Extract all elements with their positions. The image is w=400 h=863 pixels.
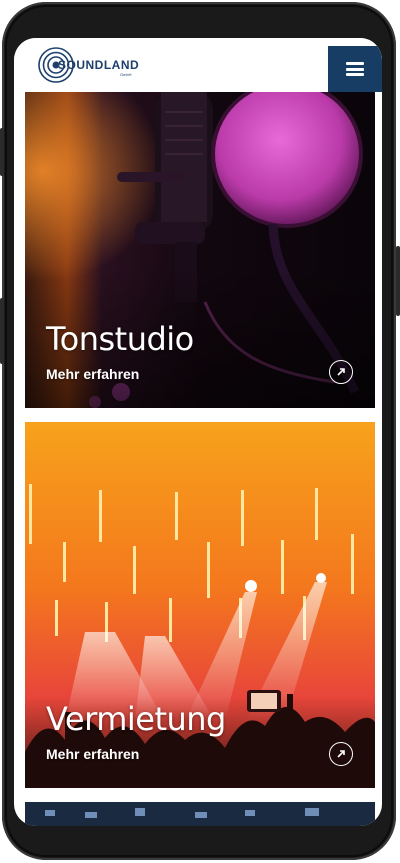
site-header: SOUNDLAND GmbH xyxy=(14,38,382,92)
card-title: Vermietung xyxy=(46,700,226,738)
menu-button[interactable] xyxy=(328,46,382,92)
card-vermietung[interactable]: Vermietung Mehr erfahren xyxy=(25,422,375,788)
logo[interactable]: SOUNDLAND GmbH xyxy=(38,45,150,85)
card-link[interactable]: Mehr erfahren xyxy=(46,746,139,762)
logo-subtext: GmbH xyxy=(120,72,132,77)
side-button xyxy=(396,246,400,316)
hamburger-icon xyxy=(346,62,364,76)
card-tonstudio[interactable]: Tonstudio Mehr erfahren xyxy=(25,92,375,408)
card-link[interactable]: Mehr erfahren xyxy=(46,366,139,382)
screen: SOUNDLAND GmbH Tonstudio Mehr erfahren V… xyxy=(14,38,382,826)
card-title: Tonstudio xyxy=(46,320,194,358)
side-button xyxy=(0,128,4,176)
side-button xyxy=(0,298,4,364)
logo-text: SOUNDLAND xyxy=(58,58,140,72)
mixing-desk-image xyxy=(25,802,375,826)
card-partial[interactable] xyxy=(25,802,375,826)
arrow-up-right-icon[interactable] xyxy=(329,360,353,384)
studio-microphone-image xyxy=(25,92,375,408)
arrow-up-right-icon[interactable] xyxy=(329,742,353,766)
